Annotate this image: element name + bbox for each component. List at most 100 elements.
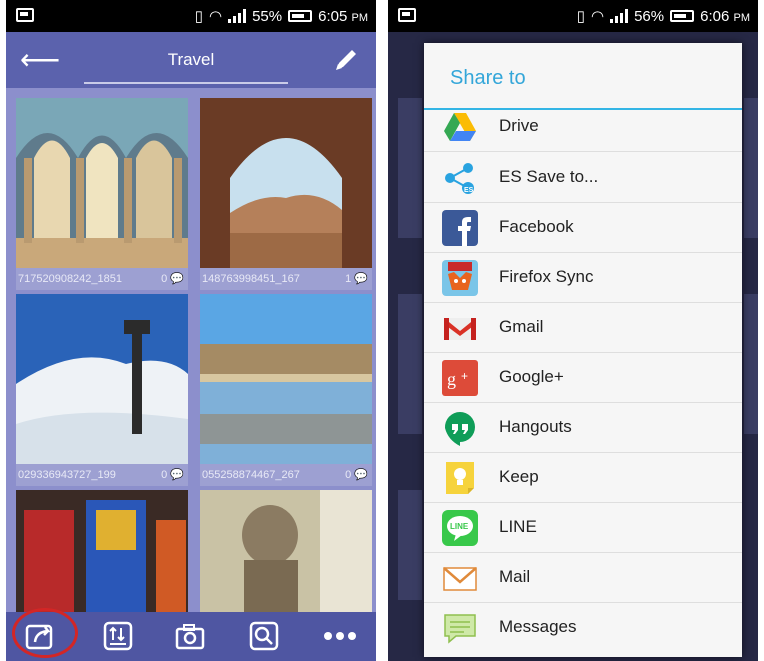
comment-icon: 💬: [354, 273, 368, 285]
photo-tile[interactable]: 029336943727_199 0 💬: [16, 294, 188, 486]
mail-icon: [443, 567, 477, 591]
share-option-mail[interactable]: Mail: [424, 552, 742, 603]
gmail-icon: [444, 318, 476, 340]
share-option-line[interactable]: LINE LINE: [424, 502, 742, 553]
share-option-label: Mail: [499, 567, 531, 586]
photo-id: 029336943727_199: [18, 469, 116, 481]
firefox-sync-icon: [442, 260, 478, 296]
comment-count: 0: [345, 469, 352, 481]
vibrate-icon: ▯: [194, 8, 203, 25]
share-option-label: Keep: [499, 467, 539, 486]
es-save-icon: ES: [445, 163, 474, 194]
photo-tile[interactable]: [200, 490, 372, 617]
comment-icon: 💬: [354, 469, 368, 481]
photo-id: 717520908242_1851: [18, 273, 123, 285]
share-option-label: Facebook: [499, 217, 574, 236]
status-bar: ▯ ◠ 56% 6:06 PM: [388, 0, 758, 32]
drive-icon: [444, 113, 476, 141]
share-option-messages[interactable]: Messages: [424, 602, 742, 652]
photo-caption: 717520908242_1851 0 💬: [16, 268, 188, 290]
photo-grid: 717520908242_1851 0 💬 148763998451_167 1…: [6, 88, 376, 612]
dimmed-photo: [744, 294, 758, 434]
sort-icon[interactable]: [102, 620, 134, 652]
share-option-label: Google+: [499, 367, 564, 386]
share-option-facebook[interactable]: Facebook: [424, 202, 742, 253]
more-options-icon[interactable]: [320, 620, 360, 652]
search-icon[interactable]: [248, 620, 280, 652]
dialog-title: Share to: [450, 67, 526, 89]
share-option-firefox-sync[interactable]: Firefox Sync: [424, 252, 742, 303]
hangouts-icon: [444, 411, 475, 446]
share-option-label: Messages: [499, 617, 577, 636]
battery-percent: 55%: [252, 7, 283, 25]
app-header: ⟵ Travel: [6, 32, 376, 88]
share-option-google-plus[interactable]: g + Google+: [424, 352, 742, 403]
share-option-label: Hangouts: [499, 417, 572, 436]
google-plus-icon: g +: [442, 360, 478, 396]
camera-icon[interactable]: [174, 620, 206, 652]
comment-count: 1: [345, 273, 352, 285]
photo-thumbnail: [200, 490, 372, 612]
vibrate-icon: ▯: [576, 8, 585, 25]
photo-tile[interactable]: 055258874467_267 0 💬: [200, 294, 372, 486]
clock: 6:05: [318, 7, 348, 25]
photo-thumbnail: [200, 294, 372, 464]
dimmed-photo: [398, 294, 422, 434]
clock-ampm: PM: [733, 11, 751, 24]
photo-caption: 029336943727_199 0 💬: [16, 464, 188, 486]
comment-count: 0: [161, 273, 168, 285]
share-option-label: LINE: [499, 517, 537, 536]
photo-id: 148763998451_167: [202, 273, 300, 285]
clock-ampm: PM: [351, 11, 369, 24]
dimmed-photo: [398, 490, 422, 600]
photo-caption: 055258874467_267 0 💬: [200, 464, 372, 486]
photo-thumbnail: [16, 98, 188, 268]
facebook-icon: [442, 210, 478, 246]
comment-count: 0: [161, 469, 168, 481]
photo-tile[interactable]: [16, 490, 188, 617]
share-option-label: Firefox Sync: [499, 267, 594, 286]
photo-thumbnail: [200, 98, 372, 268]
share-option-hangouts[interactable]: Hangouts: [424, 402, 742, 453]
battery-percent: 56%: [634, 7, 665, 25]
gallery-screen: ▯ ◠ 55% 6:05 PM ⟵ Travel 717520908242_18…: [6, 0, 376, 661]
share-option-label: ES Save to...: [499, 167, 599, 186]
share-option-keep[interactable]: Keep: [424, 452, 742, 503]
messages-icon: [444, 614, 476, 644]
share-screen: ▯ ◠ 56% 6:06 PM Share to Drive ES ES Sav…: [388, 0, 758, 661]
dimmed-photo: [398, 98, 422, 238]
album-title: Travel: [167, 50, 215, 69]
svg-text:LINE: LINE: [450, 522, 469, 531]
comment-icon: 💬: [170, 469, 184, 481]
battery-icon: [670, 10, 695, 22]
photo-id: 055258874467_267: [202, 469, 300, 481]
wifi-icon: ◠: [591, 8, 605, 25]
status-bar: ▯ ◠ 55% 6:05 PM: [6, 0, 376, 32]
share-option-gmail[interactable]: Gmail: [424, 302, 742, 353]
share-button-highlight: [12, 608, 78, 658]
svg-text:ES: ES: [464, 187, 474, 194]
photo-tile[interactable]: 148763998451_167 1 💬: [200, 98, 372, 290]
share-dialog: Share to Drive ES ES Save to... Facebook…: [424, 43, 742, 657]
keep-icon: [446, 462, 474, 494]
sim-icon: [16, 8, 34, 22]
wifi-icon: ◠: [209, 8, 223, 25]
share-option-label: Gmail: [499, 317, 544, 336]
edit-pencil-icon[interactable]: [332, 46, 360, 74]
signal-icon: [610, 9, 629, 23]
sim-icon: [398, 8, 416, 22]
title-underline: [84, 82, 288, 84]
share-option-drive[interactable]: Drive: [424, 101, 742, 152]
share-option-es-save[interactable]: ES ES Save to...: [424, 152, 742, 203]
photo-caption: 148763998451_167 1 💬: [200, 268, 372, 290]
photo-thumbnail: [16, 294, 188, 464]
signal-icon: [228, 9, 247, 23]
photo-tile[interactable]: 717520908242_1851 0 💬: [16, 98, 188, 290]
line-icon: LINE: [442, 510, 478, 546]
share-option-label: Drive: [499, 116, 539, 135]
svg-text:g: g: [447, 369, 456, 389]
svg-text:+: +: [461, 369, 468, 383]
comment-icon: 💬: [170, 273, 184, 285]
dimmed-photo: [744, 98, 758, 238]
clock: 6:06: [700, 7, 730, 25]
